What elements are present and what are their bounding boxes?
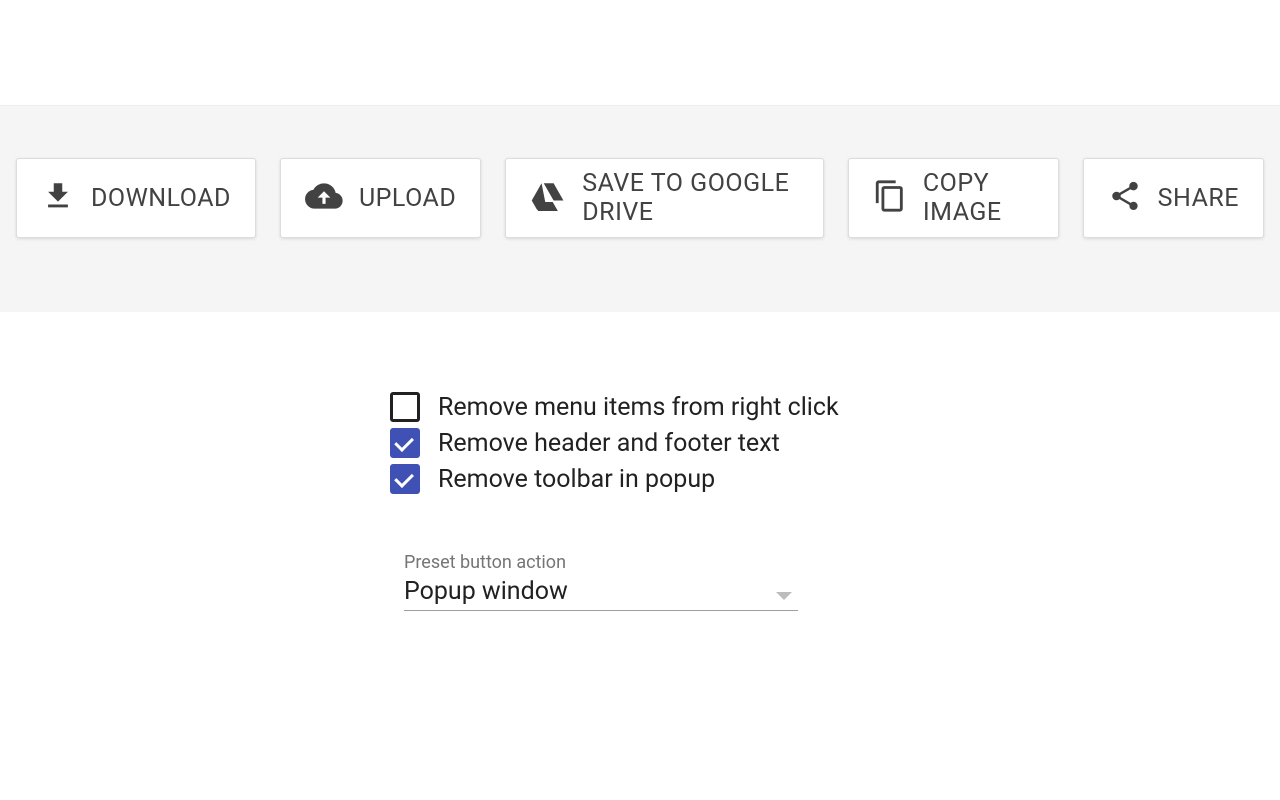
share-icon: [1108, 179, 1142, 217]
save-drive-button[interactable]: Save to Google Drive: [505, 158, 824, 238]
option-remove-toolbar-label: Remove toolbar in popup: [438, 465, 715, 494]
preset-action-select[interactable]: Preset button action Popup window: [404, 552, 798, 611]
dropdown-arrow-icon: [776, 592, 792, 600]
share-label: Share: [1158, 184, 1239, 213]
top-spacer: [0, 0, 1280, 106]
option-remove-menu-label: Remove menu items from right click: [438, 393, 839, 422]
preset-action-label: Preset button action: [404, 552, 798, 573]
copy-image-label: Copy Image: [923, 169, 1034, 227]
download-button[interactable]: Download: [16, 158, 256, 238]
checkbox-checked-icon[interactable]: [390, 464, 420, 494]
option-remove-toolbar[interactable]: Remove toolbar in popup: [390, 464, 1280, 494]
option-remove-header-footer[interactable]: Remove header and footer text: [390, 428, 1280, 458]
upload-label: Upload: [359, 184, 456, 213]
option-remove-header-footer-label: Remove header and footer text: [438, 429, 780, 458]
checkbox-checked-icon[interactable]: [390, 428, 420, 458]
cloud-upload-icon: [305, 177, 343, 219]
checkbox-unchecked-icon[interactable]: [390, 392, 420, 422]
copy-image-button[interactable]: Copy Image: [848, 158, 1059, 238]
upload-button[interactable]: Upload: [280, 158, 481, 238]
download-label: Download: [91, 184, 231, 213]
preset-action-value: Popup window: [404, 577, 798, 606]
download-icon: [41, 179, 75, 217]
settings-section: Remove menu items from right click Remov…: [0, 312, 1280, 611]
action-toolbar: Download Upload Save to Google Drive Cop…: [0, 106, 1280, 312]
share-button[interactable]: Share: [1083, 158, 1264, 238]
google-drive-icon: [530, 178, 566, 218]
copy-icon: [873, 179, 907, 217]
save-drive-label: Save to Google Drive: [582, 169, 799, 227]
option-remove-menu[interactable]: Remove menu items from right click: [390, 392, 1280, 422]
